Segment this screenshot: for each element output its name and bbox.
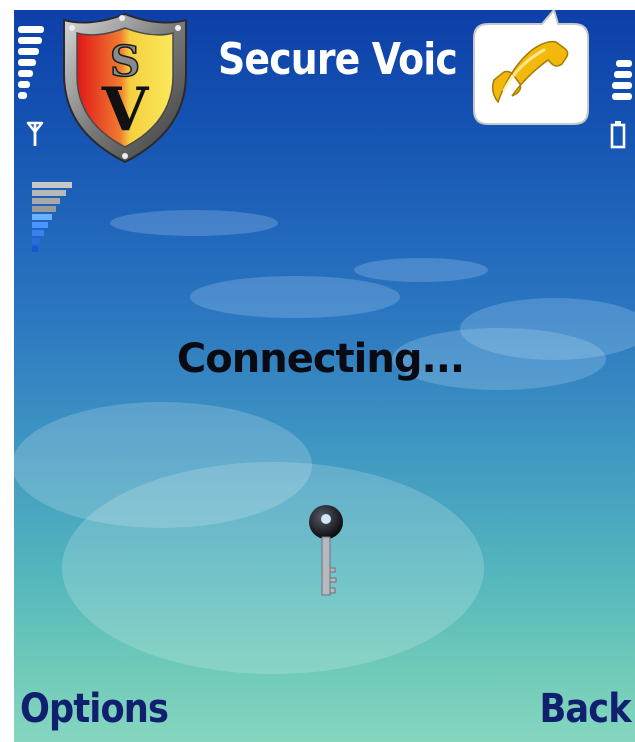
svg-text:V: V xyxy=(101,75,150,145)
background-bubble xyxy=(354,258,488,282)
signal-strength-indicator xyxy=(18,26,48,103)
battery-bar xyxy=(612,93,632,100)
background-bubble xyxy=(62,462,484,674)
battery-level-indicator xyxy=(612,60,632,104)
signal-bar xyxy=(18,26,44,33)
battery-bar xyxy=(614,71,632,78)
battery-bar xyxy=(612,82,632,89)
battery-icon xyxy=(610,121,626,149)
phone-handset-icon[interactable] xyxy=(470,10,594,130)
antenna-icon xyxy=(26,121,44,146)
signal-bar xyxy=(18,37,42,44)
back-softkey[interactable]: Back xyxy=(540,686,632,732)
signal-bar xyxy=(18,48,39,55)
phone-screen: S V Secure Voic Connecting... Options Ba… xyxy=(14,10,635,742)
shield-logo-icon: S V xyxy=(63,12,187,164)
signal-bar xyxy=(18,81,30,88)
signal-bar xyxy=(18,59,36,66)
background-bubble xyxy=(110,210,278,236)
key-icon xyxy=(309,505,343,596)
app-title: Secure Voic xyxy=(218,34,458,85)
volume-meter-icon xyxy=(32,182,72,252)
signal-bar xyxy=(18,70,33,77)
options-softkey[interactable]: Options xyxy=(20,686,169,732)
signal-bar xyxy=(18,92,27,99)
connection-status-text: Connecting... xyxy=(176,336,465,382)
battery-bar xyxy=(616,60,632,67)
background-bubble xyxy=(190,276,400,318)
